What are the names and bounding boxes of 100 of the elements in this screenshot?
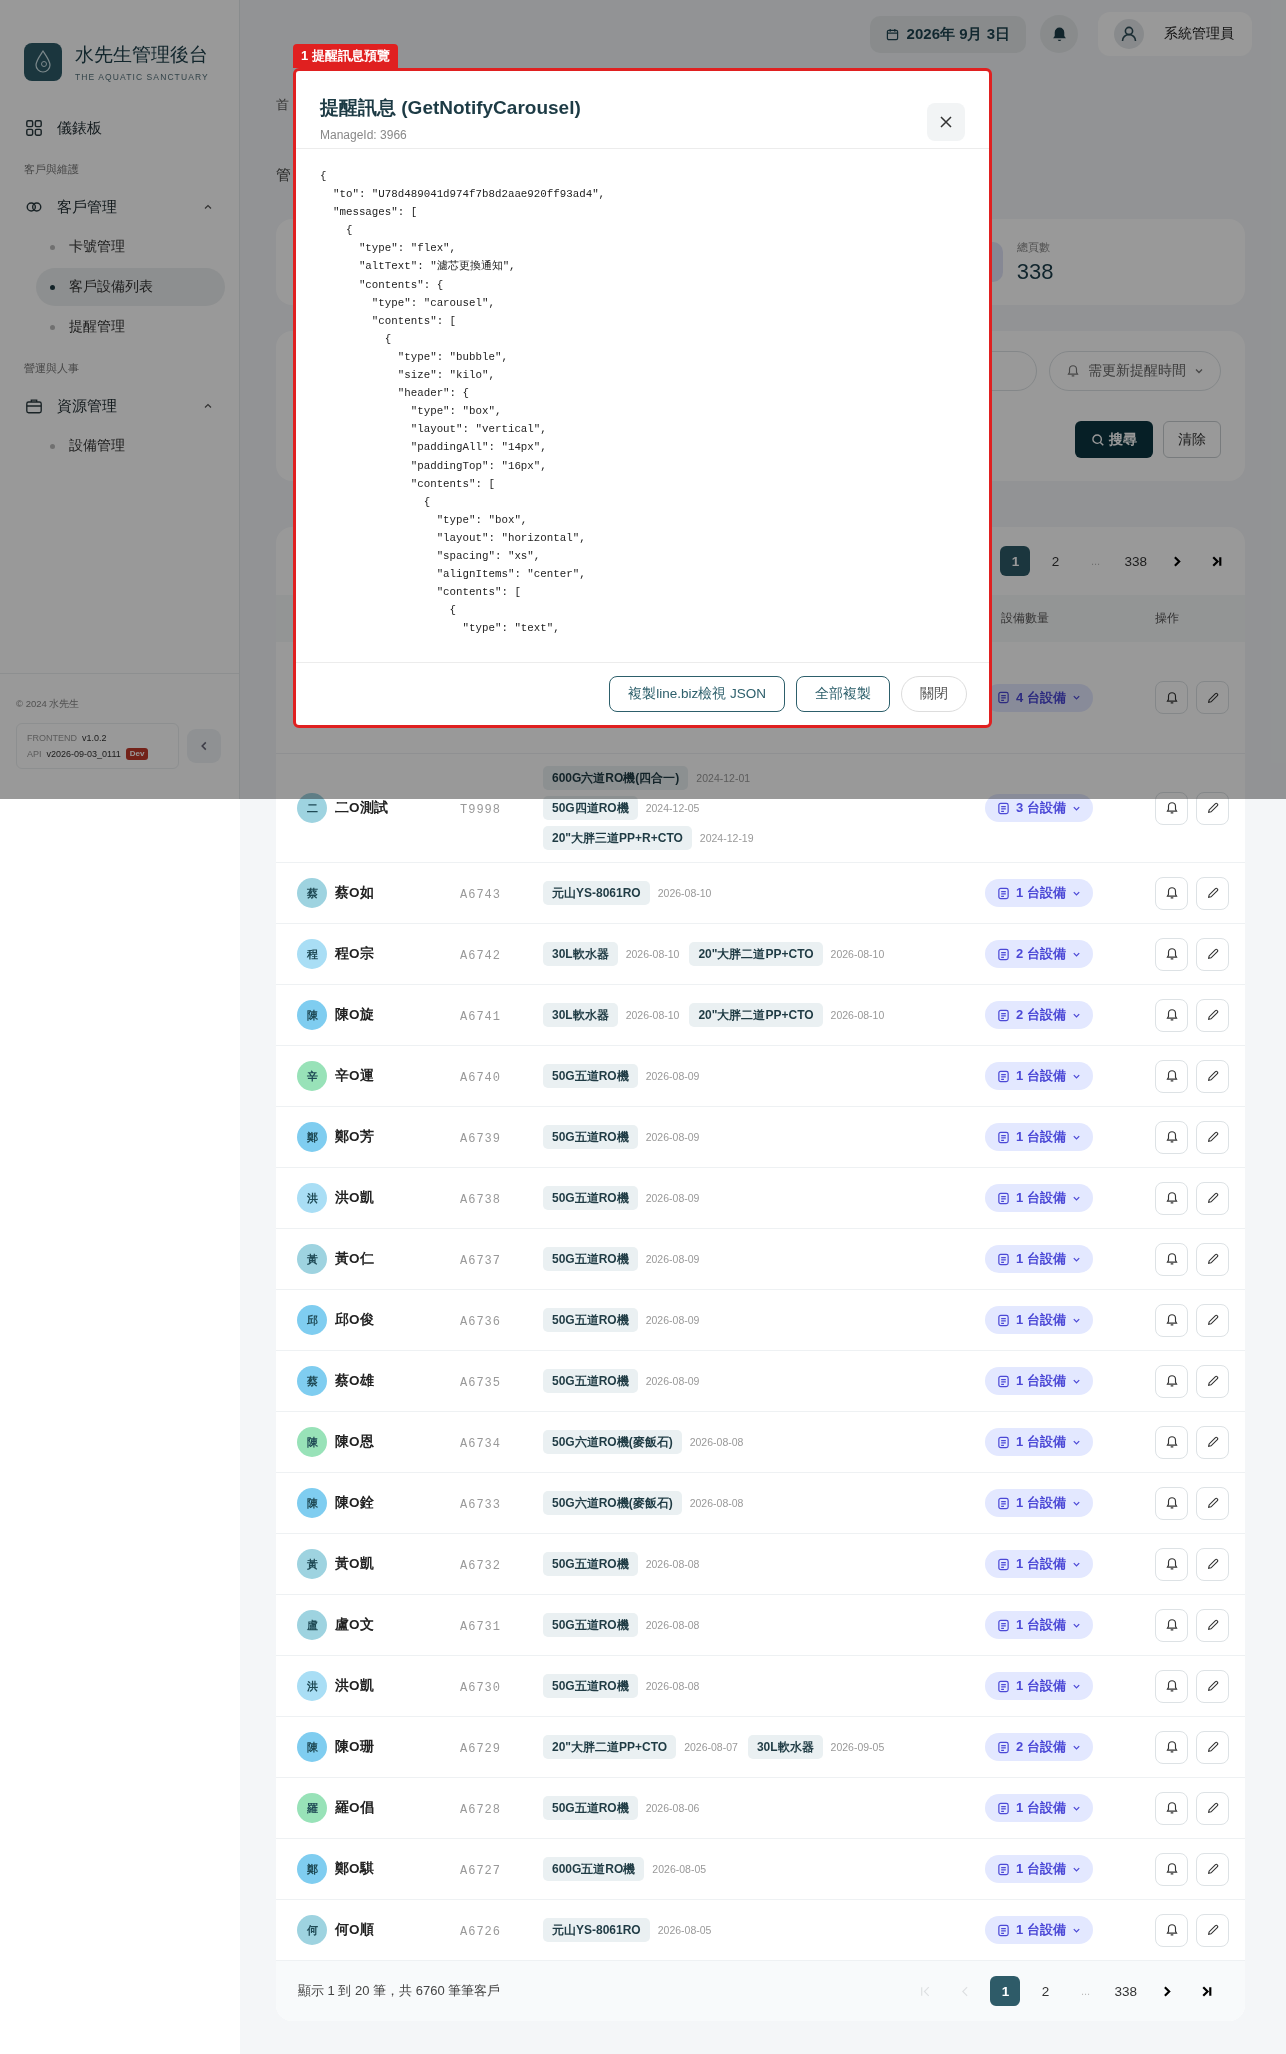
device-count-dropdown[interactable]: 1 台設備 [985,1245,1093,1273]
nav-item[interactable]: 提醒管理 [36,308,225,346]
clear-button[interactable]: 清除 [1163,421,1221,458]
avatar: 鄭 [297,1854,327,1884]
customer-code: A6732 [460,1559,501,1573]
page-ellipsis: ... [1079,1984,1092,1999]
customer-name: 洪O凱 [335,1189,374,1207]
install-date: 2026-08-08 [645,1619,700,1631]
device-count-dropdown[interactable]: 1 台設備 [985,1489,1093,1517]
customer-name: 陳O恩 [335,1433,374,1451]
install-date: 2026-08-08 [689,1436,744,1448]
nav-item[interactable]: 客戶設備列表 [36,268,225,306]
device-count-dropdown[interactable]: 1 台設備 [985,1611,1093,1639]
device-count-dropdown[interactable]: 1 台設備 [985,1428,1093,1456]
install-date: 2026-08-10 [625,1009,680,1021]
install-date: 2026-08-09 [645,1070,700,1082]
code-line: { [320,169,327,184]
code-line: "alignItems": "center", [435,567,586,583]
customer-code: A6739 [460,1132,501,1146]
version-label: API [27,748,42,761]
section-heading: 營運與人事 [23,361,80,376]
date-display[interactable]: 2026年 9月 3日 [869,15,1026,53]
avatar: 洪 [297,1671,327,1701]
code-line: "spacing": "xs", [435,548,541,564]
device-count-dropdown[interactable]: 1 台設備 [985,1794,1093,1822]
equipment-tag: 50G五道RO機 [543,1125,638,1149]
customer-name: 陳O旋 [335,1006,374,1024]
nav-item[interactable]: 卡號管理 [36,228,225,266]
column-header: 設備數量 [1001,611,1049,625]
equipment-tag: 50G五道RO機 [543,1796,638,1820]
customer-name: 辛O運 [335,1067,374,1085]
page-button[interactable]: 2 [1040,546,1071,576]
device-count-dropdown[interactable]: 1 台設備 [985,1367,1093,1395]
code-line: { [422,494,431,510]
page-button[interactable]: 338 [1120,546,1151,576]
device-count-dropdown[interactable]: 1 台設備 [985,1855,1093,1883]
device-count-dropdown[interactable]: 1 台設備 [985,879,1093,907]
stat-value: 338 [1016,258,1054,285]
nav-item[interactable]: 設備管理 [36,427,225,465]
device-count-dropdown[interactable]: 1 台設備 [985,1672,1093,1700]
equipment-tag: 50G六道RO機(麥飯石) [543,1491,682,1515]
equipment-tag: 600G五道RO機 [543,1857,645,1881]
user-menu[interactable]: 系統管理員 [1098,12,1252,56]
environment-badge: Dev [125,748,149,760]
device-count-dropdown[interactable]: 1 台設備 [985,1062,1093,1090]
dashboard-nav-item[interactable]: 儀錶板 [0,108,239,148]
nav-group[interactable]: 客戶管理 [0,187,239,227]
customer-name: 鄭O芳 [335,1128,374,1146]
dialog-button[interactable]: 全部複製 [796,676,890,712]
page-button[interactable]: 1 [990,1976,1021,2006]
device-count-dropdown[interactable]: 1 台設備 [985,1184,1093,1212]
stat-label: 總頁數 [1016,239,1051,255]
install-date: 2026-08-06 [645,1802,700,1814]
code-line: "type": "box", [435,512,528,528]
device-count-dropdown[interactable]: 2 台設備 [985,1733,1093,1761]
customer-name: 程O宗 [335,945,374,963]
install-date: 2026-08-08 [645,1680,700,1692]
equipment-tag: 20"大胖二道PP+CTO [543,1735,677,1759]
nav-group[interactable]: 資源管理 [0,386,239,426]
code-line: { [448,603,457,619]
equipment-tag: 50G五道RO機 [543,1613,638,1637]
search-button[interactable]: 搜尋 [1075,421,1153,458]
avatar: 二 [297,793,327,823]
page-subtitle: 管 [276,165,291,185]
dialog-button[interactable]: 複製line.biz檢視 JSON [609,676,785,712]
customer-name: 黃O凱 [335,1555,374,1573]
device-count-dropdown[interactable]: 1 台設備 [985,1916,1093,1944]
code-line: "contents": [ [370,313,457,329]
device-count-dropdown[interactable]: 3 台設備 [985,794,1093,822]
customer-code: A6735 [460,1376,501,1390]
version-value: v1.0.2 [82,732,107,745]
equipment-tag: 50G五道RO機 [543,1674,638,1698]
equipment-tag: 20"大胖三道PP+R+CTO [543,826,692,850]
device-count-dropdown[interactable]: 2 台設備 [985,940,1093,968]
device-count-dropdown[interactable]: 2 台設備 [985,1001,1093,1029]
avatar: 辛 [297,1061,327,1091]
install-date: 2026-08-05 [652,1863,707,1875]
code-line: { [344,223,353,239]
equipment-tag: 50G五道RO機 [543,1369,638,1393]
version-label: FRONTEND [27,732,77,745]
preview-tag: 1 提醒訊息預覽 [293,44,398,68]
code-line: "to": "U78d489041d974f7b8d2aae920ff93ad4", [331,187,606,203]
device-count-dropdown[interactable]: 1 台設備 [985,1550,1093,1578]
avatar: 邱 [297,1305,327,1335]
customer-code: A6742 [460,949,501,963]
code-line: "layout": "horizontal", [435,530,586,546]
dialog-button[interactable]: 關閉 [901,676,967,712]
install-date: 2026-08-09 [645,1131,700,1143]
customer-code: A6737 [460,1254,501,1268]
device-count-dropdown[interactable]: 1 台設備 [985,1123,1093,1151]
device-count-dropdown[interactable]: 1 台設備 [985,1306,1093,1334]
install-date: 2026-08-10 [830,948,885,960]
install-date: 2026-09-05 [830,1741,885,1753]
install-date: 2026-08-10 [830,1009,885,1021]
page-button[interactable]: 2 [1030,1976,1061,2006]
page-button[interactable]: 1 [1000,546,1031,576]
install-date: 2026-08-10 [625,948,680,960]
code-line: "messages": [ [331,205,418,221]
page-button[interactable]: 338 [1110,1976,1141,2006]
app-title: 水先生管理後台 [75,43,209,67]
